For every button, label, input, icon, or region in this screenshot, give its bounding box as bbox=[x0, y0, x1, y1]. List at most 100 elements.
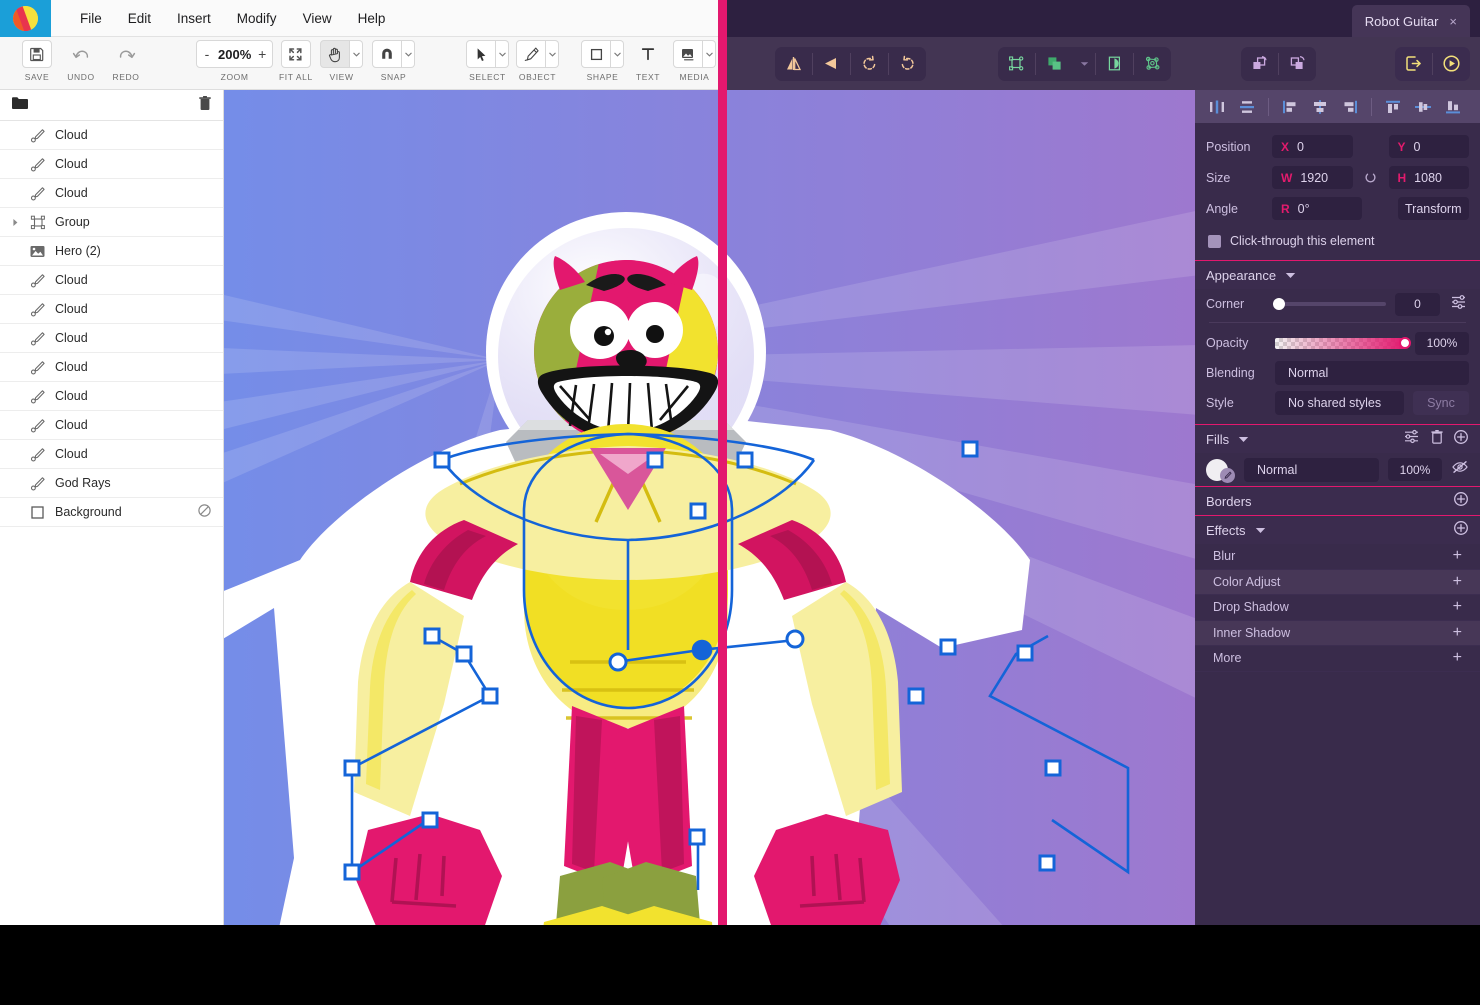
effect-item-more[interactable]: More + bbox=[1195, 646, 1480, 672]
object-dropdown[interactable] bbox=[546, 40, 559, 68]
trash-icon[interactable] bbox=[1430, 429, 1444, 449]
align-top-button[interactable] bbox=[1379, 94, 1407, 119]
canvas-viewport-left[interactable] bbox=[224, 90, 722, 925]
select-dropdown[interactable] bbox=[496, 40, 509, 68]
align-right-button[interactable] bbox=[1336, 94, 1364, 119]
click-through-row[interactable]: Click-through this element bbox=[1195, 224, 1480, 260]
layer-item[interactable]: Cloud bbox=[0, 440, 223, 469]
effect-item-blur[interactable]: Blur + bbox=[1195, 544, 1480, 570]
layer-item[interactable]: Cloud bbox=[0, 179, 223, 208]
canvas-viewport-right[interactable] bbox=[722, 90, 1195, 925]
effect-item-inner-shadow[interactable]: Inner Shadow + bbox=[1195, 621, 1480, 647]
add-effect-icon[interactable]: + bbox=[1453, 625, 1462, 641]
layer-item[interactable]: Cloud bbox=[0, 411, 223, 440]
layer-item-group[interactable]: Group bbox=[0, 208, 223, 237]
align-left-button[interactable] bbox=[1276, 94, 1304, 119]
fills-section-header[interactable]: Fills bbox=[1195, 424, 1480, 453]
align-bottom-button[interactable] bbox=[1439, 94, 1467, 119]
sliders-icon[interactable] bbox=[1449, 294, 1469, 315]
menu-modify[interactable]: Modify bbox=[224, 7, 290, 30]
shape-dropdown[interactable] bbox=[611, 40, 624, 68]
layer-item[interactable]: Cloud bbox=[0, 266, 223, 295]
zoom-control[interactable]: - 200% + bbox=[196, 40, 273, 68]
corner-value[interactable]: 0 bbox=[1395, 293, 1440, 316]
text-tool-button[interactable] bbox=[633, 40, 663, 68]
plus-circle-icon[interactable] bbox=[1453, 429, 1469, 450]
distribute-vertical-button[interactable] bbox=[1233, 94, 1261, 119]
corner-slider-knob[interactable] bbox=[1273, 298, 1285, 310]
convert-to-path-button[interactable] bbox=[998, 47, 1035, 81]
zoom-value[interactable]: 200% bbox=[218, 47, 251, 62]
boolean-dropdown[interactable] bbox=[1073, 47, 1095, 81]
undo-button[interactable] bbox=[66, 40, 96, 68]
view-dropdown[interactable] bbox=[350, 40, 363, 68]
app-logo-icon[interactable] bbox=[0, 0, 51, 37]
add-effect-icon[interactable]: + bbox=[1453, 548, 1462, 564]
style-select[interactable]: No shared styles bbox=[1275, 391, 1404, 415]
redo-button[interactable] bbox=[111, 40, 141, 68]
send-backward-button[interactable] bbox=[1279, 47, 1316, 81]
sliders-icon[interactable] bbox=[1402, 429, 1421, 449]
plus-circle-icon[interactable] bbox=[1453, 491, 1469, 512]
mask-button[interactable] bbox=[1096, 47, 1133, 81]
layer-item[interactable]: Cloud bbox=[0, 295, 223, 324]
flip-vertical-button[interactable] bbox=[813, 47, 850, 81]
menu-insert[interactable]: Insert bbox=[164, 7, 224, 30]
layer-item[interactable]: Cloud bbox=[0, 121, 223, 150]
layer-item[interactable]: Cloud bbox=[0, 382, 223, 411]
effects-section-header[interactable]: Effects bbox=[1195, 515, 1480, 544]
shape-tool-button[interactable] bbox=[581, 40, 611, 68]
tab-robot-guitar[interactable]: Robot Guitar × bbox=[1352, 5, 1470, 37]
node-edit-button[interactable] bbox=[1134, 47, 1171, 81]
menu-view[interactable]: View bbox=[290, 7, 345, 30]
size-h-field[interactable]: H 1080 bbox=[1389, 166, 1470, 189]
opacity-slider[interactable] bbox=[1275, 338, 1406, 349]
eye-off-icon[interactable] bbox=[1451, 460, 1469, 479]
size-w-field[interactable]: W 1920 bbox=[1272, 166, 1353, 189]
export-button[interactable] bbox=[1395, 47, 1432, 81]
zoom-out-button[interactable]: - bbox=[202, 46, 212, 62]
no-entry-icon[interactable] bbox=[197, 503, 212, 521]
layer-item[interactable]: Cloud bbox=[0, 353, 223, 382]
link-ratio-icon[interactable] bbox=[1361, 170, 1381, 186]
trash-icon[interactable] bbox=[198, 95, 212, 116]
opacity-value[interactable]: 100% bbox=[1415, 332, 1469, 355]
layer-item-god-rays[interactable]: God Rays bbox=[0, 469, 223, 498]
align-middle-vertical-button[interactable] bbox=[1409, 94, 1437, 119]
object-tool-button[interactable] bbox=[516, 40, 546, 68]
media-tool-button[interactable] bbox=[673, 40, 703, 68]
layer-item[interactable]: Cloud bbox=[0, 150, 223, 179]
bring-forward-button[interactable] bbox=[1241, 47, 1278, 81]
fill-blend-select[interactable]: Normal bbox=[1244, 458, 1379, 482]
disclosure-triangle-icon[interactable] bbox=[11, 218, 20, 227]
snap-dropdown[interactable] bbox=[402, 40, 415, 68]
select-tool-button[interactable] bbox=[466, 40, 496, 68]
add-effect-icon[interactable]: + bbox=[1453, 650, 1462, 666]
layer-item-background[interactable]: Background bbox=[0, 498, 223, 527]
menu-help[interactable]: Help bbox=[345, 7, 399, 30]
snap-button[interactable] bbox=[372, 40, 402, 68]
blending-select[interactable]: Normal bbox=[1275, 361, 1469, 385]
borders-section-header[interactable]: Borders bbox=[1195, 486, 1480, 515]
effect-item-color-adjust[interactable]: Color Adjust + bbox=[1195, 570, 1480, 596]
layer-item[interactable]: Cloud bbox=[0, 324, 223, 353]
close-icon[interactable]: × bbox=[1449, 14, 1457, 29]
boolean-union-button[interactable] bbox=[1036, 47, 1073, 81]
fill-opacity-value[interactable]: 100% bbox=[1388, 458, 1442, 481]
triangle-down-icon[interactable] bbox=[1255, 521, 1266, 539]
zoom-in-button[interactable]: + bbox=[257, 46, 267, 62]
pencil-icon[interactable] bbox=[1220, 468, 1235, 483]
angle-r-field[interactable]: R 0° bbox=[1272, 197, 1362, 220]
fill-color-swatch[interactable] bbox=[1206, 458, 1235, 482]
appearance-section-header[interactable]: Appearance bbox=[1195, 260, 1480, 289]
preview-button[interactable] bbox=[1433, 47, 1470, 81]
corner-slider[interactable] bbox=[1275, 302, 1386, 306]
view-hand-button[interactable] bbox=[320, 40, 350, 68]
effect-item-drop-shadow[interactable]: Drop Shadow + bbox=[1195, 595, 1480, 621]
save-button[interactable] bbox=[22, 40, 52, 68]
add-effect-icon[interactable]: + bbox=[1453, 599, 1462, 615]
transform-button[interactable]: Transform bbox=[1398, 197, 1470, 220]
menu-edit[interactable]: Edit bbox=[115, 7, 164, 30]
triangle-down-icon[interactable] bbox=[1238, 430, 1249, 448]
distribute-horizontal-button[interactable] bbox=[1203, 94, 1231, 119]
